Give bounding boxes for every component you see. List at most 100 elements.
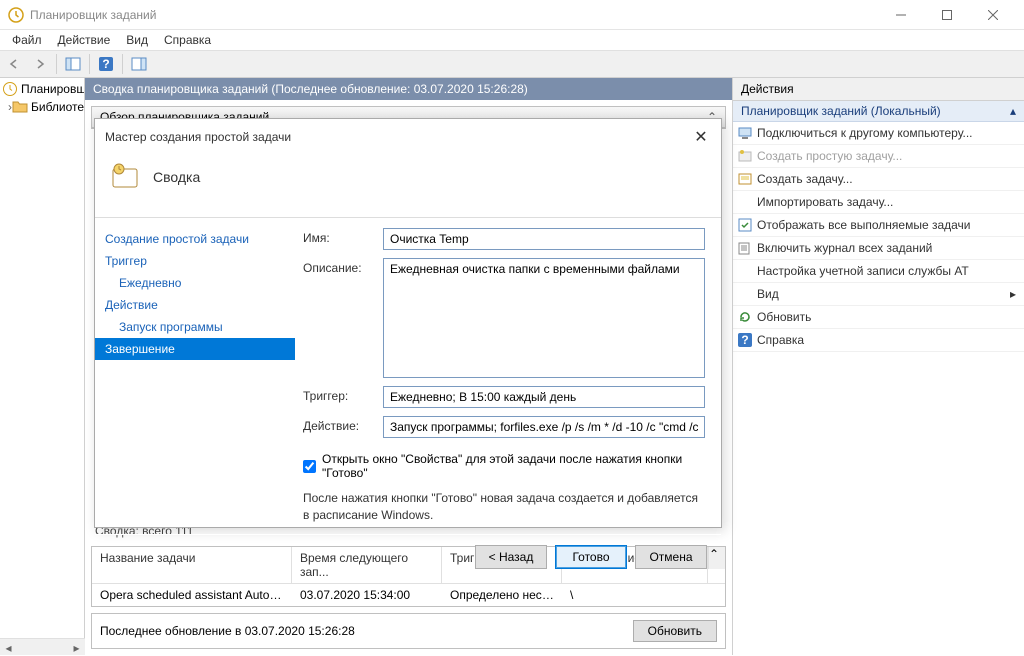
toolbar-separator bbox=[89, 54, 90, 74]
nav-trigger[interactable]: Триггер bbox=[95, 250, 295, 272]
wizard-nav: Создание простой задачи Триггер Ежедневн… bbox=[95, 218, 295, 534]
menu-bar: Файл Действие Вид Справка bbox=[0, 30, 1024, 50]
action-label: Обновить bbox=[757, 310, 811, 324]
nav-finish[interactable]: Завершение bbox=[95, 338, 295, 360]
form-row-name: Имя: bbox=[303, 228, 705, 250]
action-connect[interactable]: Подключиться к другому компьютеру... bbox=[733, 122, 1024, 145]
nav-action[interactable]: Действие bbox=[95, 294, 295, 316]
cell-location: \ bbox=[562, 586, 725, 604]
action-label: Отображать все выполняемые задачи bbox=[757, 218, 971, 232]
action-help[interactable]: ? Справка bbox=[733, 329, 1024, 352]
action-show-running[interactable]: Отображать все выполняемые задачи bbox=[733, 214, 1024, 237]
svg-text:?: ? bbox=[102, 57, 109, 71]
show-hide-tree-button[interactable] bbox=[61, 52, 85, 76]
action-enable-history[interactable]: Включить журнал всех заданий bbox=[733, 237, 1024, 260]
action-at-account[interactable]: Настройка учетной записи службы AT bbox=[733, 260, 1024, 283]
center-header-label: Сводка планировщика заданий (Последнее о… bbox=[93, 82, 528, 96]
menu-action[interactable]: Действие bbox=[50, 31, 119, 49]
open-properties-row: Открыть окно "Свойства" для этой задачи … bbox=[303, 452, 705, 480]
actions-subtitle[interactable]: Планировщик заданий (Локальный) ▴ bbox=[733, 101, 1024, 122]
finish-button[interactable]: Готово bbox=[555, 545, 627, 569]
actions-subtitle-label: Планировщик заданий (Локальный) bbox=[741, 104, 941, 118]
finish-note: После нажатия кнопки "Готово" новая зада… bbox=[303, 490, 705, 524]
toolbar: ? bbox=[0, 50, 1024, 78]
action-label: Создать простую задачу... bbox=[757, 149, 902, 163]
close-button[interactable] bbox=[970, 0, 1016, 30]
computer-icon bbox=[737, 125, 753, 141]
action-import[interactable]: Импортировать задачу... bbox=[733, 191, 1024, 214]
back-button[interactable]: < Назад bbox=[475, 545, 547, 569]
name-label: Имя: bbox=[303, 228, 373, 245]
help-button[interactable]: ? bbox=[94, 52, 118, 76]
dialog-title: Мастер создания простой задачи bbox=[105, 130, 691, 144]
dialog-buttons: < Назад Готово Отмена bbox=[95, 534, 721, 579]
action-label: Подключиться к другому компьютеру... bbox=[757, 126, 973, 140]
minimize-button[interactable] bbox=[878, 0, 924, 30]
running-tasks-icon bbox=[737, 217, 753, 233]
action-label: Настройка учетной записи службы AT bbox=[757, 264, 969, 278]
history-icon bbox=[737, 240, 753, 256]
action-create[interactable]: Создать задачу... bbox=[733, 168, 1024, 191]
name-field[interactable] bbox=[383, 228, 705, 250]
action-field[interactable] bbox=[383, 416, 705, 438]
actions-title: Действия bbox=[733, 78, 1024, 101]
scroll-left-icon[interactable]: ◂ bbox=[0, 639, 17, 656]
menu-view[interactable]: Вид bbox=[118, 31, 156, 49]
form-row-action: Действие: bbox=[303, 416, 705, 438]
action-label: Вид bbox=[757, 287, 779, 301]
menu-file[interactable]: Файл bbox=[4, 31, 50, 49]
tree-root-label: Планировщ bbox=[21, 82, 85, 96]
cancel-button[interactable]: Отмена bbox=[635, 545, 707, 569]
action-view[interactable]: Вид ▸ bbox=[733, 283, 1024, 306]
dialog-titlebar: Мастер создания простой задачи ✕ bbox=[95, 119, 721, 151]
trigger-field[interactable] bbox=[383, 386, 705, 408]
clock-icon bbox=[2, 81, 18, 97]
scroll-right-icon[interactable]: ▸ bbox=[68, 639, 85, 656]
action-label: Действие: bbox=[303, 416, 373, 433]
forward-button[interactable] bbox=[28, 52, 52, 76]
refresh-icon bbox=[737, 309, 753, 325]
cell-name: Opera scheduled assistant Autoup... bbox=[92, 586, 292, 604]
back-button[interactable] bbox=[2, 52, 26, 76]
toolbar-separator bbox=[56, 54, 57, 74]
wizard-form: Имя: Описание: Ежедневная очистка папки … bbox=[295, 218, 721, 534]
tree-library[interactable]: › Библиоте bbox=[0, 98, 84, 116]
chevron-right-icon: ▸ bbox=[1010, 287, 1016, 301]
action-refresh[interactable]: Обновить bbox=[733, 306, 1024, 329]
open-properties-checkbox[interactable] bbox=[303, 460, 316, 473]
dialog-header: Сводка bbox=[95, 151, 721, 218]
maximize-button[interactable] bbox=[924, 0, 970, 30]
create-task-wizard-dialog: Мастер создания простой задачи ✕ Сводка … bbox=[94, 118, 722, 528]
form-row-desc: Описание: Ежедневная очистка папки с вре… bbox=[303, 258, 705, 378]
dialog-close-button[interactable]: ✕ bbox=[691, 127, 711, 147]
collapse-icon[interactable]: ▴ bbox=[1010, 104, 1016, 118]
tree-pane: Планировщ › Библиоте bbox=[0, 78, 85, 655]
refresh-button[interactable]: Обновить bbox=[633, 620, 717, 642]
nav-run[interactable]: Запуск программы bbox=[95, 316, 295, 338]
grid-body: Opera scheduled assistant Autoup... 03.0… bbox=[92, 584, 725, 606]
help-icon: ? bbox=[737, 332, 753, 348]
show-action-pane-button[interactable] bbox=[127, 52, 151, 76]
menu-help[interactable]: Справка bbox=[156, 31, 219, 49]
tree-scrollbar[interactable]: ◂ ▸ bbox=[0, 638, 85, 655]
nav-create[interactable]: Создание простой задачи bbox=[95, 228, 295, 250]
action-create-simple[interactable]: Создать простую задачу... bbox=[733, 145, 1024, 168]
nav-daily[interactable]: Ежедневно bbox=[95, 272, 295, 294]
svg-text:?: ? bbox=[741, 333, 748, 347]
tree-root[interactable]: Планировщ bbox=[0, 80, 84, 98]
action-label: Создать задачу... bbox=[757, 172, 853, 186]
desc-field[interactable]: Ежедневная очистка папки с временными фа… bbox=[383, 258, 705, 378]
center-header: Сводка планировщика заданий (Последнее о… bbox=[85, 78, 732, 100]
title-bar: Планировщик заданий bbox=[0, 0, 1024, 30]
wizard-summary-icon bbox=[109, 161, 141, 193]
tree-library-label: Библиоте bbox=[31, 100, 84, 114]
cell-next: 03.07.2020 15:34:00 bbox=[292, 586, 442, 604]
toolbar-separator bbox=[122, 54, 123, 74]
task-icon bbox=[737, 171, 753, 187]
action-label: Включить журнал всех заданий bbox=[757, 241, 932, 255]
wizard-icon bbox=[737, 148, 753, 164]
table-row[interactable]: Opera scheduled assistant Autoup... 03.0… bbox=[92, 584, 725, 606]
status-text: Последнее обновление в 03.07.2020 15:26:… bbox=[100, 624, 355, 638]
status-row: Последнее обновление в 03.07.2020 15:26:… bbox=[91, 613, 726, 649]
folder-icon bbox=[12, 99, 28, 115]
